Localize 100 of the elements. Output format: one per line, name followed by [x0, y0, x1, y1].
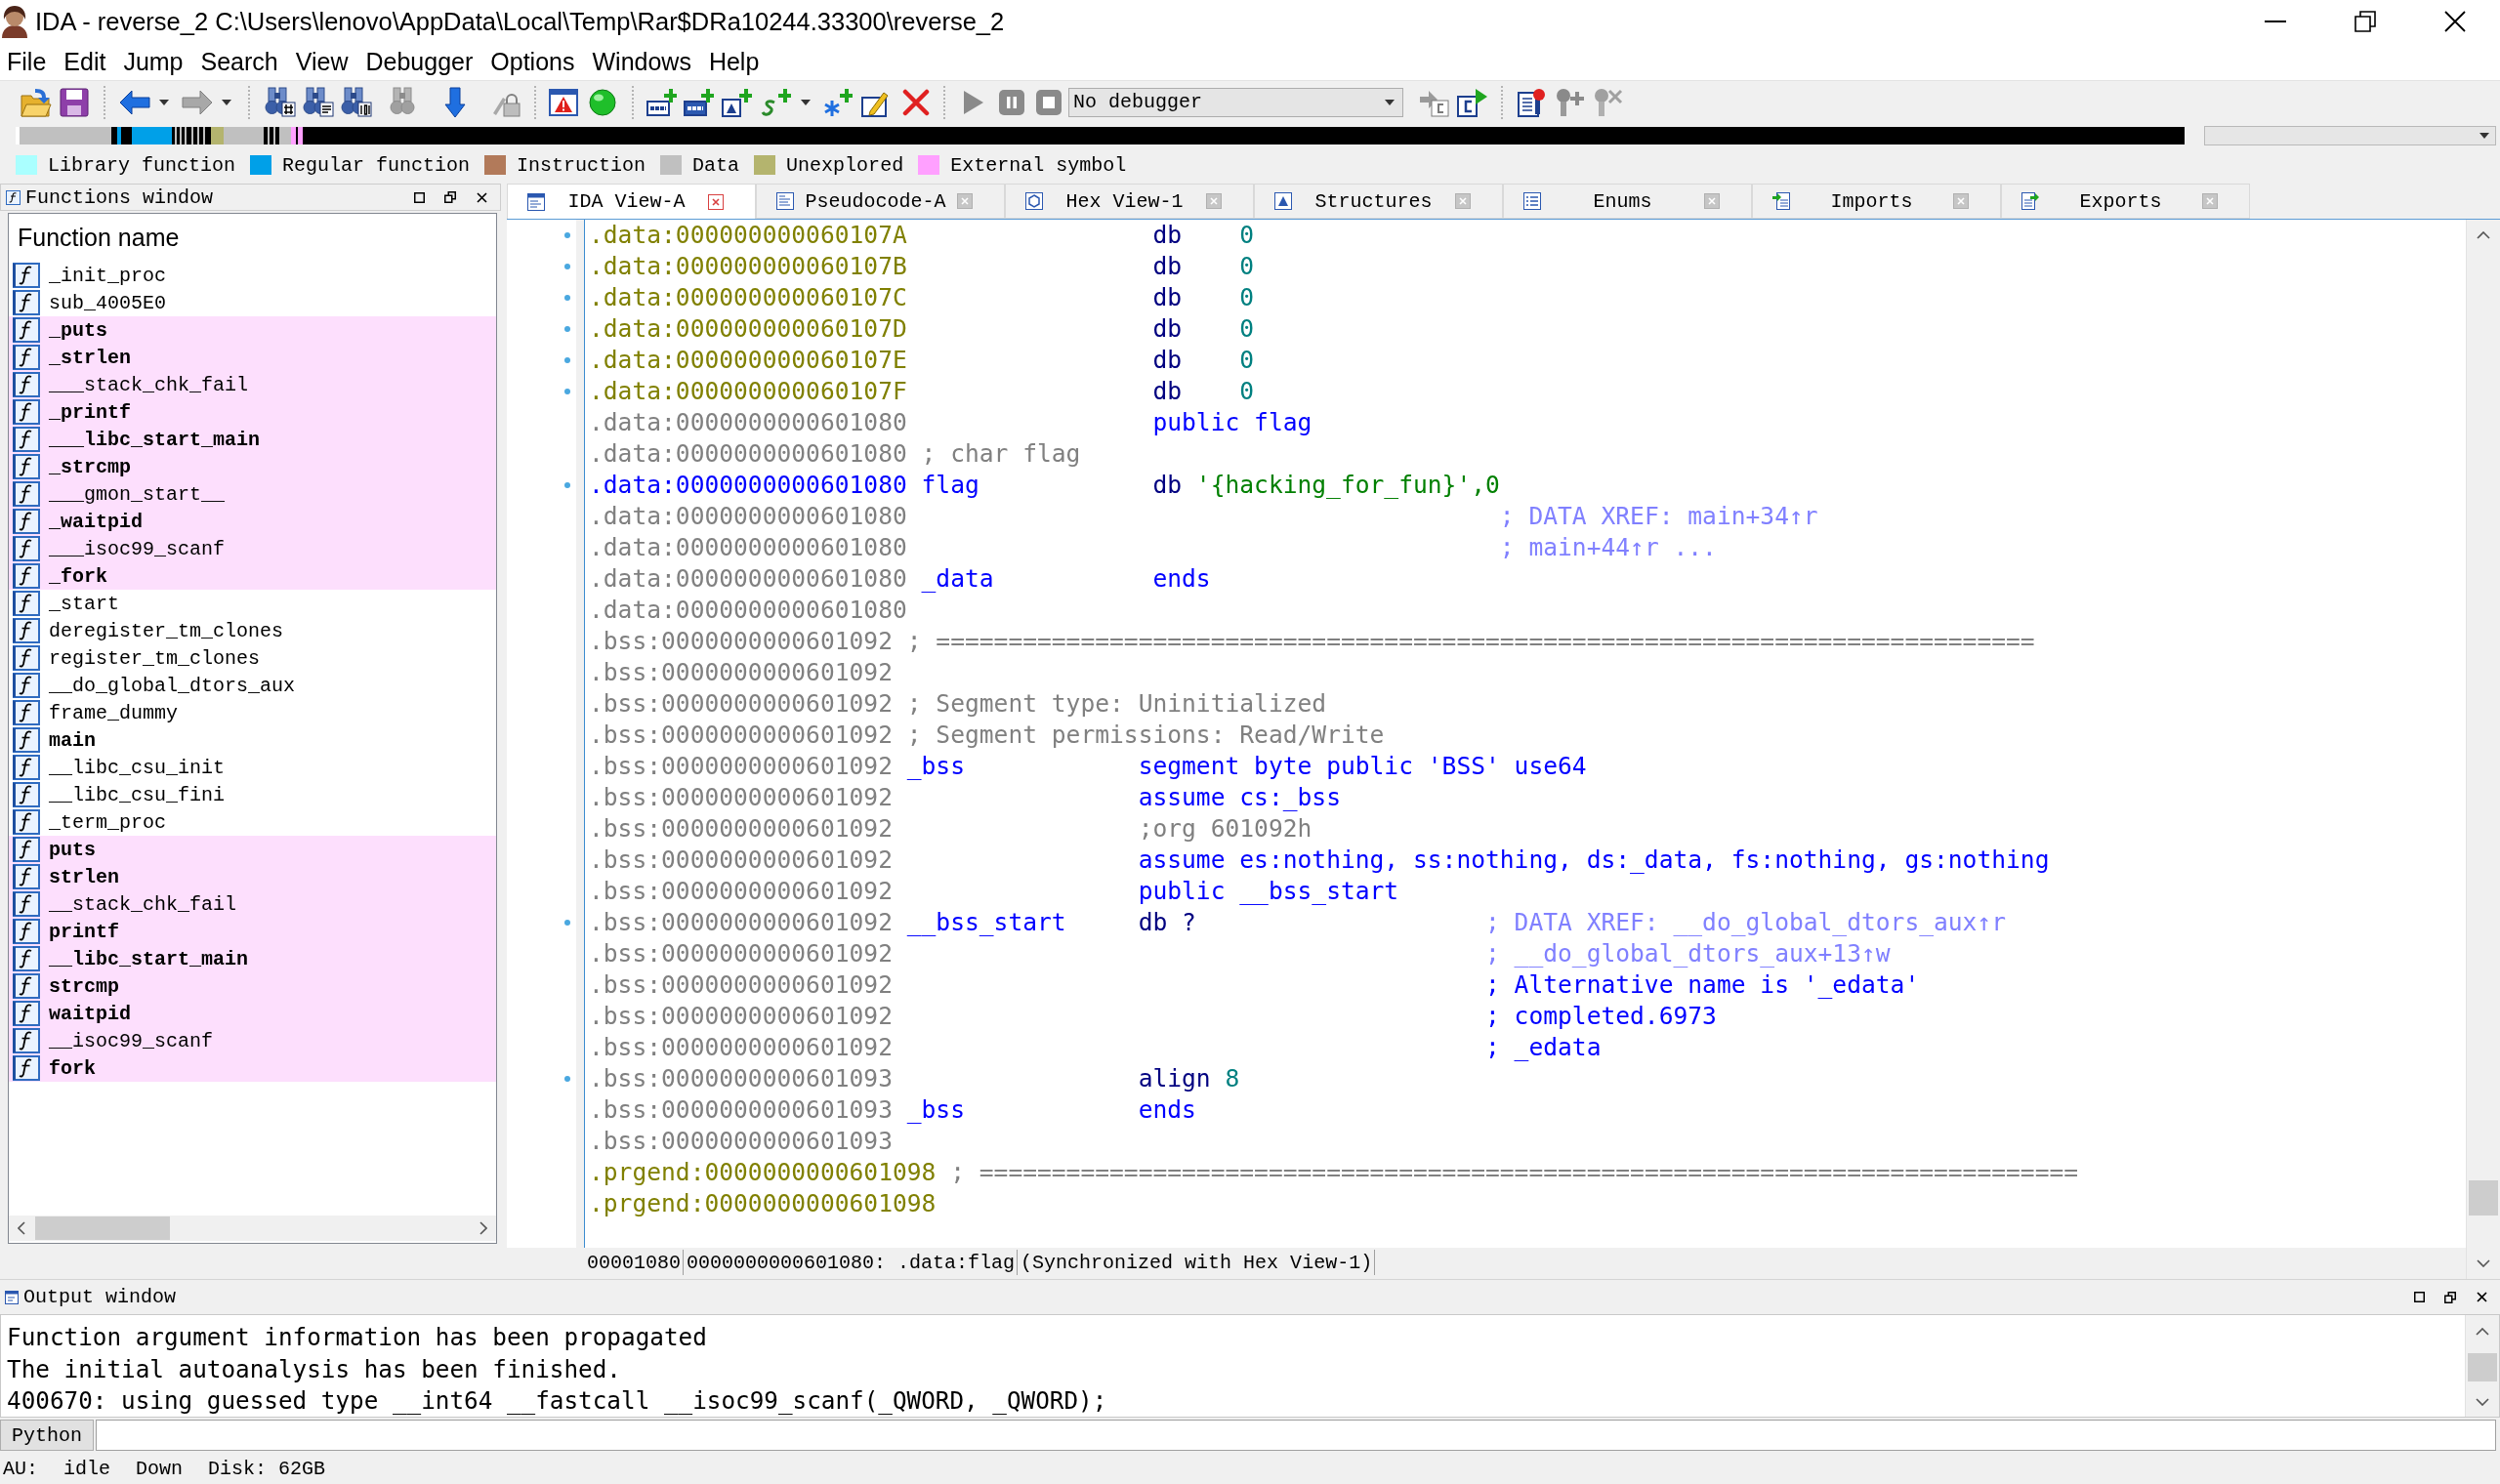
maximize-icon[interactable] [413, 191, 425, 203]
maximize-icon[interactable] [2413, 1292, 2425, 1302]
tab[interactable]: Pseudocode-A [756, 184, 1005, 219]
function-item[interactable]: _fork [9, 562, 496, 590]
function-item[interactable]: ___libc_start_main [9, 426, 496, 453]
document-icon[interactable] [776, 192, 794, 210]
tab[interactable]: Structures [1254, 184, 1503, 219]
function-item[interactable]: __stack_chk_fail [9, 890, 496, 918]
warning-icon[interactable] [548, 88, 578, 116]
chevron-right-icon[interactable] [479, 1221, 487, 1235]
scrollbar-thumb[interactable] [35, 1216, 170, 1240]
function-item[interactable]: __libc_csu_init [9, 754, 496, 781]
function-item[interactable]: __do_global_dtors_aux [9, 672, 496, 699]
function-item[interactable]: puts [9, 836, 496, 863]
document-arrow-icon[interactable] [1772, 192, 1790, 210]
caret-icon[interactable] [2479, 133, 2489, 139]
function-item[interactable]: deregister_tm_clones [9, 617, 496, 644]
arrow-down-icon[interactable] [443, 86, 466, 118]
menu-item[interactable]: Help [699, 47, 769, 76]
menu-item[interactable]: Search [191, 47, 287, 76]
chevron-left-icon[interactable] [18, 1221, 25, 1235]
function-item[interactable]: _init_proc [9, 262, 496, 289]
function-item[interactable]: waitpid [9, 1000, 496, 1027]
list-icon[interactable] [1523, 192, 1541, 210]
function-item[interactable]: main [9, 726, 496, 754]
function-item[interactable]: fork [9, 1054, 496, 1082]
caret-icon[interactable] [221, 99, 231, 105]
squiggle-plus-icon[interactable] [760, 87, 792, 117]
tab[interactable]: Exports [2001, 184, 2250, 219]
scrollbar-thumb[interactable] [2468, 1353, 2497, 1381]
function-item[interactable]: _printf [9, 398, 496, 426]
binoculars-grid-icon[interactable] [264, 87, 296, 117]
caret-icon[interactable] [158, 99, 169, 105]
command-input[interactable] [96, 1420, 2496, 1451]
tab[interactable]: Enums [1503, 184, 1752, 219]
function-item[interactable]: ___stack_chk_fail [9, 371, 496, 398]
function-item[interactable]: _waitpid [9, 508, 496, 535]
restore-icon[interactable] [444, 191, 456, 203]
function-item[interactable]: _term_proc [9, 808, 496, 836]
vertical-scrollbar[interactable] [2466, 220, 2500, 1279]
function-item[interactable]: register_tm_clones [9, 644, 496, 672]
pause-icon[interactable] [998, 89, 1024, 115]
circle-icon[interactable] [588, 88, 616, 116]
binoculars-bars-icon[interactable] [340, 87, 372, 117]
save-icon[interactable] [59, 87, 89, 117]
function-item[interactable]: __isoc99_scanf [9, 1027, 496, 1054]
caret-icon[interactable] [800, 99, 811, 105]
document-play-icon[interactable] [1456, 87, 1488, 117]
chevron-down-icon[interactable] [2477, 1259, 2490, 1267]
pin-document-icon[interactable] [1517, 87, 1547, 117]
chevron-down-icon[interactable] [2476, 1398, 2489, 1406]
restore-icon[interactable] [2444, 1291, 2456, 1303]
scrollbar-thumb[interactable] [2469, 1180, 2498, 1216]
function-item[interactable]: sub_4005E0 [9, 289, 496, 316]
play-icon[interactable] [962, 89, 984, 115]
cross-icon[interactable] [901, 88, 930, 116]
function-item[interactable]: _start [9, 590, 496, 617]
navigation-band[interactable] [16, 127, 2185, 144]
menu-item[interactable]: Debugger [356, 47, 482, 76]
function-item[interactable]: printf [9, 918, 496, 945]
horizontal-scrollbar[interactable] [9, 1216, 496, 1241]
menu-item[interactable]: Edit [55, 47, 115, 76]
function-item[interactable]: __libc_csu_fini [9, 781, 496, 808]
window-icon[interactable] [527, 192, 545, 211]
document-arrow-icon[interactable] [2021, 192, 2039, 210]
python-button[interactable]: Python [0, 1420, 94, 1451]
triangle-plus-icon[interactable] [721, 87, 753, 117]
function-item[interactable]: _strcmp [9, 453, 496, 480]
function-item[interactable]: strcmp [9, 972, 496, 1000]
tab[interactable]: IDA View-A [507, 184, 756, 219]
folder-icon[interactable] [20, 87, 52, 117]
menu-item[interactable]: Jump [114, 47, 192, 76]
vertical-scrollbar[interactable] [2465, 1315, 2499, 1417]
menu-item[interactable]: Options [481, 47, 584, 76]
arrow-left-icon[interactable] [118, 89, 150, 115]
restore-icon[interactable] [2354, 11, 2376, 32]
function-item[interactable]: __libc_start_main [9, 945, 496, 972]
tab[interactable]: Hex View-1 [1005, 184, 1254, 219]
chevron-up-icon[interactable] [2476, 1328, 2489, 1336]
stop-icon[interactable] [1035, 89, 1062, 115]
tab[interactable]: Imports [1752, 184, 2001, 219]
function-item[interactable]: frame_dummy [9, 699, 496, 726]
menu-item[interactable]: View [286, 47, 357, 76]
chevron-up-icon[interactable] [2477, 231, 2490, 239]
close-icon[interactable] [476, 191, 487, 203]
debugger-select[interactable]: No debugger [1068, 87, 1403, 117]
close-icon[interactable] [2476, 1292, 2487, 1302]
caret-icon[interactable] [1385, 99, 1395, 105]
function-item[interactable]: ___isoc99_scanf [9, 535, 496, 562]
box-plus-icon[interactable] [646, 87, 678, 117]
function-item[interactable]: _puts [9, 316, 496, 344]
close-icon[interactable] [2444, 11, 2466, 32]
function-item[interactable]: _strlen [9, 344, 496, 371]
arrow-right-icon[interactable] [181, 89, 213, 115]
function-item[interactable]: strlen [9, 863, 496, 890]
menu-item[interactable]: File [0, 47, 56, 76]
column-header[interactable]: Function name [18, 224, 180, 252]
binoculars-lines-icon[interactable] [302, 87, 334, 117]
triangle-frame-icon[interactable] [1274, 192, 1292, 210]
pin-plus-icon[interactable] [1555, 87, 1585, 117]
